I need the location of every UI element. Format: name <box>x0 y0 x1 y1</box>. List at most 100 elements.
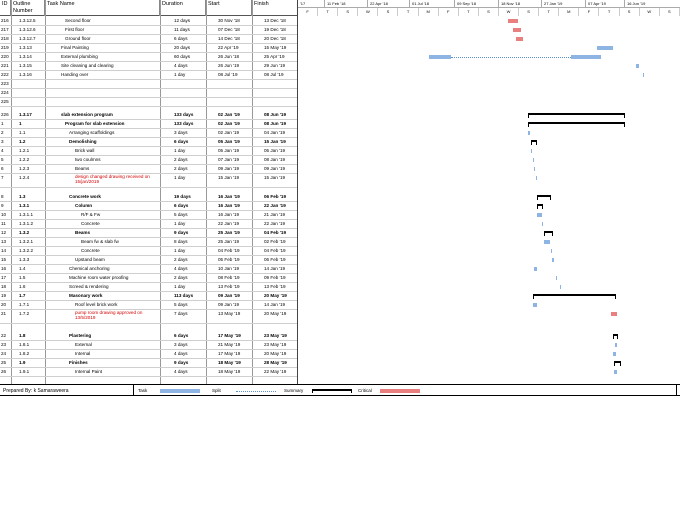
cell-start[interactable]: 26 Jun '18 <box>206 52 252 61</box>
table-row[interactable]: 5 1.2.2 two coulmns 2 days 07 Jan '19 08 Jan … <box>0 155 297 164</box>
cell-outline[interactable]: 1.3.3 <box>11 255 45 264</box>
cell-outline[interactable]: 1.3.12.5 <box>11 16 45 25</box>
table-row[interactable]: 221 1.3.15 Site cleaning and clearing 4 day… <box>0 61 297 70</box>
cell-finish[interactable]: 09 Feb '19 <box>252 273 297 282</box>
cell-duration[interactable]: 7 days <box>160 309 206 323</box>
cell-outline[interactable]: 1.3 <box>11 192 45 201</box>
critical-task-bar[interactable] <box>513 28 521 32</box>
cell-duration[interactable]: 5 days <box>160 210 206 219</box>
cell-finish[interactable] <box>252 88 297 97</box>
cell-duration[interactable] <box>160 88 206 97</box>
cell-id[interactable]: 16 <box>0 264 11 273</box>
cell-finish[interactable]: 15 Jan '19 <box>252 173 297 187</box>
cell-task-name[interactable]: Concrete <box>45 219 160 228</box>
cell-outline[interactable]: 1 <box>11 119 45 128</box>
table-row[interactable]: 222 1.3.16 Handing over 1 day 08 Jul '19 08 J… <box>0 70 297 79</box>
table-row[interactable]: 9 1.3.1 Column 6 days 16 Jan '19 22 Jan '19 <box>0 201 297 210</box>
cell-outline[interactable]: 1.2.1 <box>11 146 45 155</box>
table-row[interactable]: 224 <box>0 88 297 97</box>
cell-duration[interactable]: 2 days <box>160 255 206 264</box>
cell-finish[interactable]: 09 Jan '19 <box>252 164 297 173</box>
cell-duration[interactable]: 8 days <box>160 237 206 246</box>
task-bar[interactable] <box>534 267 537 271</box>
cell-task-name[interactable]: slab extension program <box>45 110 160 119</box>
cell-id[interactable]: 221 <box>0 61 11 70</box>
cell-id[interactable]: 12 <box>0 228 11 237</box>
cell-start[interactable]: 16 Jan '19 <box>206 201 252 210</box>
task-bar[interactable] <box>614 370 617 374</box>
cell-start[interactable]: 25 Jan '19 <box>206 228 252 237</box>
table-row[interactable]: 1 1 Program for slab extension 133 days 02 J… <box>0 119 297 128</box>
cell-outline[interactable]: 1.3.14 <box>11 52 45 61</box>
cell-outline[interactable]: 1.8.1 <box>11 340 45 349</box>
cell-id[interactable]: 20 <box>0 300 11 309</box>
task-bar[interactable] <box>531 149 532 153</box>
cell-start[interactable] <box>206 97 252 106</box>
column-header-finish[interactable]: Finish <box>252 0 297 16</box>
cell-task-name[interactable]: Upstand beam <box>45 255 160 264</box>
summary-bar[interactable] <box>544 231 553 236</box>
cell-task-name[interactable] <box>45 79 160 88</box>
cell-id[interactable]: 3 <box>0 137 11 146</box>
cell-finish[interactable]: 08 Jul '19 <box>252 70 297 79</box>
table-row[interactable]: 15 1.3.3 Upstand beam 2 days 05 Feb '19 06 Fe… <box>0 255 297 264</box>
cell-duration[interactable]: 4 days <box>160 349 206 358</box>
task-bar[interactable] <box>560 285 561 289</box>
task-bar[interactable] <box>615 343 617 347</box>
cell-outline[interactable]: 1.3.16 <box>11 70 45 79</box>
cell-id[interactable]: 13 <box>0 237 11 246</box>
task-bar[interactable] <box>542 222 543 226</box>
cell-duration[interactable]: 3 days <box>160 340 206 349</box>
cell-id[interactable]: 22 <box>0 331 11 340</box>
cell-task-name[interactable]: Site cleaning and clearing <box>45 61 160 70</box>
cell-start[interactable]: 08 Jul '19 <box>206 70 252 79</box>
cell-id[interactable]: 1 <box>0 119 11 128</box>
cell-finish[interactable]: 22 Jan '19 <box>252 201 297 210</box>
cell-task-name[interactable] <box>45 97 160 106</box>
cell-outline[interactable]: 1.3.1.2 <box>11 219 45 228</box>
cell-finish[interactable]: 13 Dec '18 <box>252 16 297 25</box>
cell-duration[interactable]: 2 days <box>160 155 206 164</box>
cell-id[interactable]: 5 <box>0 155 11 164</box>
cell-outline[interactable]: 1.7.1 <box>11 300 45 309</box>
table-row[interactable]: 4 1.2.1 Brick wall 1 day 05 Jan '19 05 Jan '1… <box>0 146 297 155</box>
cell-start[interactable] <box>206 79 252 88</box>
cell-task-name[interactable]: Screed & rendering <box>45 282 160 291</box>
cell-id[interactable]: 18 <box>0 282 11 291</box>
cell-finish[interactable]: 06 Feb '19 <box>252 255 297 264</box>
cell-finish[interactable] <box>252 79 297 88</box>
cell-task-name[interactable]: Beams <box>45 164 160 173</box>
cell-outline[interactable]: 1.2.3 <box>11 164 45 173</box>
cell-finish[interactable]: 15 May '19 <box>252 43 297 52</box>
summary-bar[interactable] <box>528 122 625 127</box>
cell-duration[interactable]: 11 days <box>160 25 206 34</box>
cell-id[interactable]: 9 <box>0 201 11 210</box>
cell-finish[interactable]: 08 Jun '19 <box>252 110 297 119</box>
cell-id[interactable]: 218 <box>0 34 11 43</box>
cell-duration[interactable]: 19 days <box>160 192 206 201</box>
table-row[interactable]: 23 1.8.1 External 3 days 21 May '19 23 May '1… <box>0 340 297 349</box>
cell-outline[interactable]: 1.3.15 <box>11 61 45 70</box>
cell-start[interactable]: 07 Dec '18 <box>206 25 252 34</box>
cell-duration[interactable]: 60 days <box>160 52 206 61</box>
cell-finish[interactable]: 23 May '19 <box>252 340 297 349</box>
cell-start[interactable]: 09 Jan '19 <box>206 291 252 300</box>
cell-id[interactable]: 226 <box>0 110 11 119</box>
cell-task-name[interactable]: Concrete <box>45 246 160 255</box>
cell-start[interactable]: 25 Jan '19 <box>206 237 252 246</box>
cell-finish[interactable]: 25 Apr '19 <box>252 52 297 61</box>
cell-duration[interactable]: 1 day <box>160 173 206 187</box>
task-bar[interactable] <box>537 213 542 217</box>
cell-finish[interactable]: 06 Feb '19 <box>252 192 297 201</box>
cell-finish[interactable]: 20 May '19 <box>252 309 297 323</box>
cell-id[interactable]: 217 <box>0 25 11 34</box>
task-bar[interactable] <box>613 352 616 356</box>
cell-start[interactable]: 17 May '19 <box>206 331 252 340</box>
cell-task-name[interactable]: Arranging scaffoldings <box>45 128 160 137</box>
cell-outline[interactable]: 1.3.13 <box>11 43 45 52</box>
table-row[interactable]: 18 1.6 Screed & rendering 1 day 13 Feb '19 13… <box>0 282 297 291</box>
cell-finish[interactable]: 29 Jun '19 <box>252 61 297 70</box>
cell-start[interactable]: 04 Feb '19 <box>206 246 252 255</box>
cell-duration[interactable]: 6 days <box>160 331 206 340</box>
cell-task-name[interactable]: Brick wall <box>45 146 160 155</box>
